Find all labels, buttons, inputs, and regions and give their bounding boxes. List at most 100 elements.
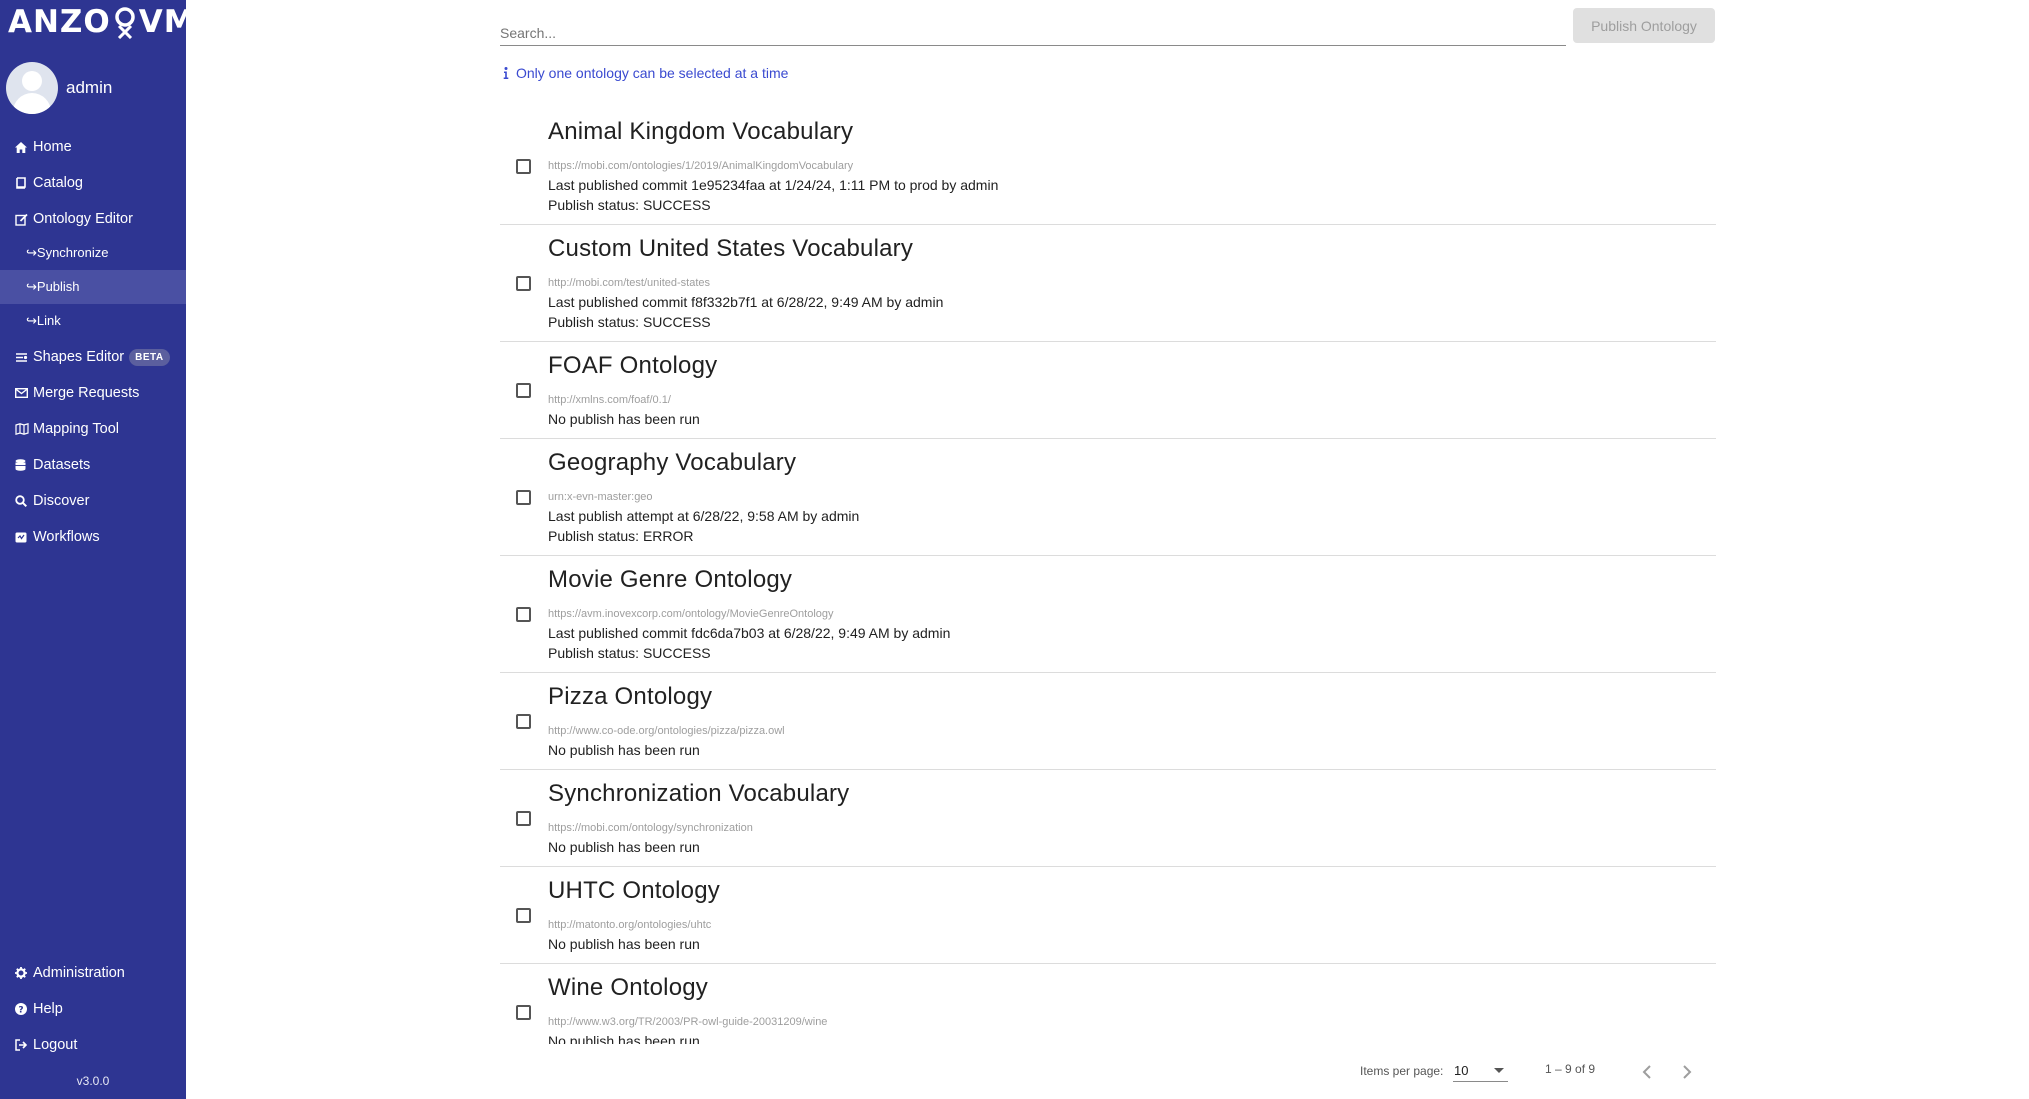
- ontology-iri: https://mobi.com/ontologies/1/2019/Anima…: [548, 160, 854, 172]
- publish-info: No publish has been run: [548, 411, 700, 427]
- sidebar-item-datasets[interactable]: Datasets: [0, 448, 186, 482]
- chevron-right-icon: [1683, 1065, 1692, 1079]
- sidebar-item-synchronize[interactable]: ↪Synchronize: [0, 236, 186, 270]
- sidebar-item-publish[interactable]: ↪Publish: [0, 270, 186, 304]
- database-icon: [15, 459, 33, 471]
- sidebar-item-label: Merge Requests: [33, 385, 140, 401]
- sidebar-item-label: ↪Synchronize: [26, 245, 109, 260]
- sidebar-item-label: Workflows: [33, 529, 100, 545]
- items-per-page-label: Items per page:: [1360, 1064, 1444, 1078]
- ontology-iri: urn:x-evn-master:geo: [548, 491, 653, 503]
- ontology-iri: http://mobi.com/test/united-states: [548, 277, 711, 289]
- previous-page-button[interactable]: [1635, 1060, 1659, 1084]
- brand-logo[interactable]: ANZO VM: [8, 4, 196, 40]
- ontology-iri: http://xmlns.com/foaf/0.1/: [548, 394, 671, 406]
- list-item[interactable]: Custom United States Vocabulary http://m…: [500, 225, 1716, 342]
- publish-status: Publish status: SUCCESS: [548, 197, 711, 213]
- ontology-title: Movie Genre Ontology: [548, 566, 793, 593]
- sidebar-item-ontology-editor[interactable]: Ontology Editor: [0, 202, 186, 236]
- logo-text: ANZO: [8, 4, 111, 40]
- avatar: [6, 62, 58, 114]
- sidebar: ANZO VM admin Home Catalog Ontology Edito…: [0, 0, 195, 1099]
- list-item[interactable]: UHTC Ontology http://matonto.org/ontolog…: [500, 867, 1716, 964]
- publish-info: Last published commit fdc6da7b03 at 6/28…: [548, 625, 951, 641]
- search-field: [500, 14, 1566, 46]
- search-icon: [15, 495, 33, 507]
- list-item[interactable]: Animal Kingdom Vocabulary https://mobi.c…: [500, 108, 1716, 225]
- home-icon: [15, 141, 33, 153]
- ontology-title: Synchronization Vocabulary: [548, 780, 850, 807]
- list-item[interactable]: FOAF Ontology http://xmlns.com/foaf/0.1/…: [500, 342, 1716, 439]
- publish-status: Publish status: SUCCESS: [548, 314, 711, 330]
- publish-info: No publish has been run: [548, 936, 700, 952]
- sidebar-item-help[interactable]: ? Help: [0, 992, 186, 1026]
- sidebar-item-label: Catalog: [33, 175, 83, 191]
- publish-info: No publish has been run: [548, 742, 700, 758]
- svg-text:?: ?: [18, 1005, 23, 1015]
- publish-status: Publish status: ERROR: [548, 528, 694, 544]
- sidebar-item-label: Home: [33, 139, 72, 155]
- sidebar-item-merge-requests[interactable]: Merge Requests: [0, 376, 186, 410]
- ontology-checkbox[interactable]: [516, 490, 531, 505]
- ontology-title: Pizza Ontology: [548, 683, 713, 710]
- chevron-left-icon: [1642, 1065, 1651, 1079]
- ontology-checkbox[interactable]: [516, 811, 531, 826]
- sidebar-item-administration[interactable]: Administration: [0, 956, 186, 990]
- ontology-checkbox[interactable]: [516, 908, 531, 923]
- ontology-checkbox[interactable]: [516, 383, 531, 398]
- list-item[interactable]: Movie Genre Ontology https://avm.inovexc…: [500, 556, 1716, 673]
- ontology-title: Geography Vocabulary: [548, 449, 797, 476]
- gear-icon: [15, 967, 33, 979]
- ontology-title: FOAF Ontology: [548, 352, 718, 379]
- ontology-checkbox[interactable]: [516, 714, 531, 729]
- map-icon: [15, 423, 33, 435]
- logo-text-b: VM: [138, 4, 196, 40]
- ontology-checkbox[interactable]: [516, 607, 531, 622]
- sidebar-item-label: Ontology Editor: [33, 211, 133, 227]
- envelope-icon: [15, 388, 33, 398]
- sidebar-item-label: Discover: [33, 493, 90, 509]
- sidebar-item-home[interactable]: Home: [0, 130, 186, 164]
- ontology-checkbox[interactable]: [516, 276, 531, 291]
- sidebar-item-mapping-tool[interactable]: Mapping Tool: [0, 412, 186, 446]
- list-item[interactable]: Synchronization Vocabulary https://mobi.…: [500, 770, 1716, 867]
- ontology-iri: https://mobi.com/ontology/synchronizatio…: [548, 822, 753, 834]
- sidebar-item-label: Help: [33, 1001, 63, 1017]
- sidebar-item-logout[interactable]: Logout: [0, 1028, 186, 1062]
- sidebar-item-discover[interactable]: Discover: [0, 484, 186, 518]
- sidebar-item-workflows[interactable]: Workflows: [0, 520, 186, 554]
- items-per-page-value: 10: [1454, 1063, 1469, 1078]
- ontology-iri: https://avm.inovexcorp.com/ontology/Movi…: [548, 608, 834, 620]
- info-icon: [503, 67, 509, 79]
- page-range: 1 – 9 of 9: [1545, 1062, 1596, 1076]
- workflow-icon: [15, 532, 33, 543]
- ontology-checkbox[interactable]: [516, 159, 531, 174]
- logo-mark-icon: [115, 7, 135, 39]
- sidebar-item-catalog[interactable]: Catalog: [0, 166, 186, 200]
- sidebar-item-label: Mapping Tool: [33, 421, 119, 437]
- publish-info: Last publish attempt at 6/28/22, 9:58 AM…: [548, 508, 860, 524]
- ontology-title: Animal Kingdom Vocabulary: [548, 118, 854, 145]
- list-item[interactable]: Pizza Ontology http://www.co-ode.org/ont…: [500, 673, 1716, 770]
- items-per-page-select[interactable]: 10: [1453, 1060, 1508, 1082]
- publish-info: Last published commit 1e95234faa at 1/24…: [548, 177, 999, 193]
- app-root: ANZO VM admin Home Catalog Ontology Edito…: [0, 0, 2029, 1099]
- selection-info-text: Only one ontology can be selected at a t…: [516, 65, 789, 81]
- publish-ontology-button[interactable]: Publish Ontology: [1573, 8, 1715, 43]
- shapes-icon: [15, 352, 33, 363]
- search-input[interactable]: [500, 14, 1566, 44]
- next-page-button[interactable]: [1675, 1060, 1699, 1084]
- sidebar-item-label: ↪Link: [26, 313, 61, 328]
- ontology-list: Animal Kingdom Vocabulary https://mobi.c…: [500, 108, 1716, 1044]
- ontology-iri: http://www.w3.org/TR/2003/PR-owl-guide-2…: [548, 1016, 828, 1028]
- sidebar-item-link[interactable]: ↪Link: [0, 304, 186, 338]
- sidebar-item-shapes-editor[interactable]: Shapes Editor BETA: [0, 340, 186, 374]
- beta-badge: BETA: [129, 348, 170, 366]
- list-item[interactable]: Wine Ontology http://www.w3.org/TR/2003/…: [500, 964, 1716, 1044]
- user-profile[interactable]: admin: [6, 62, 112, 114]
- ontology-checkbox[interactable]: [516, 1005, 531, 1020]
- list-item[interactable]: Geography Vocabulary urn:x-evn-master:ge…: [500, 439, 1716, 556]
- publish-info: No publish has been run: [548, 839, 700, 855]
- ontology-title: Custom United States Vocabulary: [548, 235, 914, 262]
- ontology-title: UHTC Ontology: [548, 877, 720, 904]
